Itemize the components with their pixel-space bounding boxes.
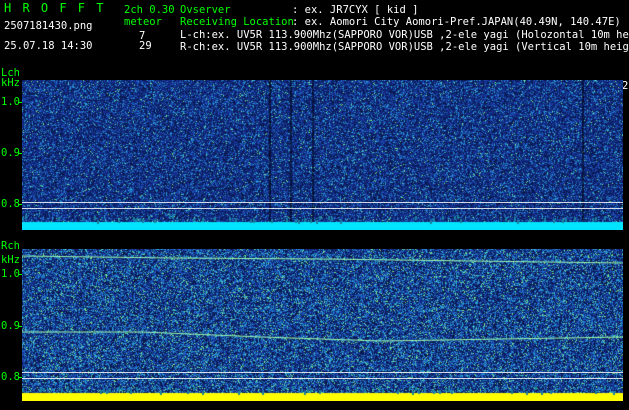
rch-label: Rch [1,240,20,252]
lch-unit: kHz [1,77,20,89]
location-label: Receiving Location [180,16,294,28]
count-rch: 29 [139,40,152,52]
lch-ref-line-2 [22,208,623,209]
location-value: : ex. Aomori City Aomori-Pref.JAPAN(40.4… [292,16,621,28]
file-name: 2507181430.png [4,20,93,32]
rch-ref-line-2 [22,378,623,379]
observer-label: Ovserver [180,4,231,16]
app-title: H R O F F T [4,1,106,15]
mode-label: 2ch 0.30 [124,4,175,16]
lch-ref-line-1 [22,202,623,203]
lch-info: L-ch:ex. UV5R 113.900Mhz(SAPPORO VOR)USB… [180,29,629,41]
rch-ref-line-1 [22,372,623,373]
observer-value: : ex. JR7CYX [ kid ] [292,4,419,16]
date-time: 25.07.18 14:30 [4,40,93,52]
rch-info: R-ch:ex. UV5R 113.900Mhz(SAPPORO VOR)USB… [180,41,629,53]
mode-sub-label: meteor [124,16,162,28]
rch-unit: kHz [1,254,20,266]
